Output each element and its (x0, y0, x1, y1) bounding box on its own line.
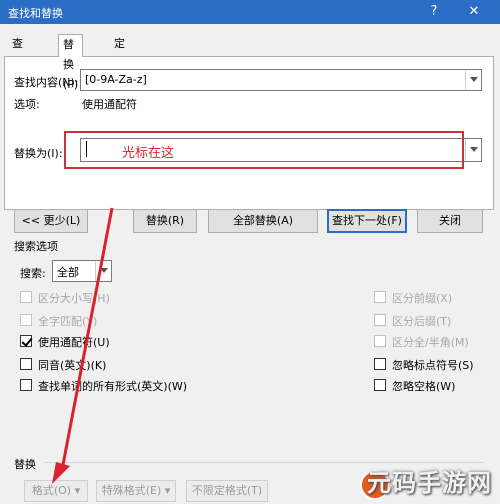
tab-replace[interactable]: 替换(P) (58, 34, 84, 91)
arrow-head (52, 462, 70, 484)
watermark-text: 元码手游网 (367, 469, 492, 497)
arrow-shaft (60, 207, 114, 471)
